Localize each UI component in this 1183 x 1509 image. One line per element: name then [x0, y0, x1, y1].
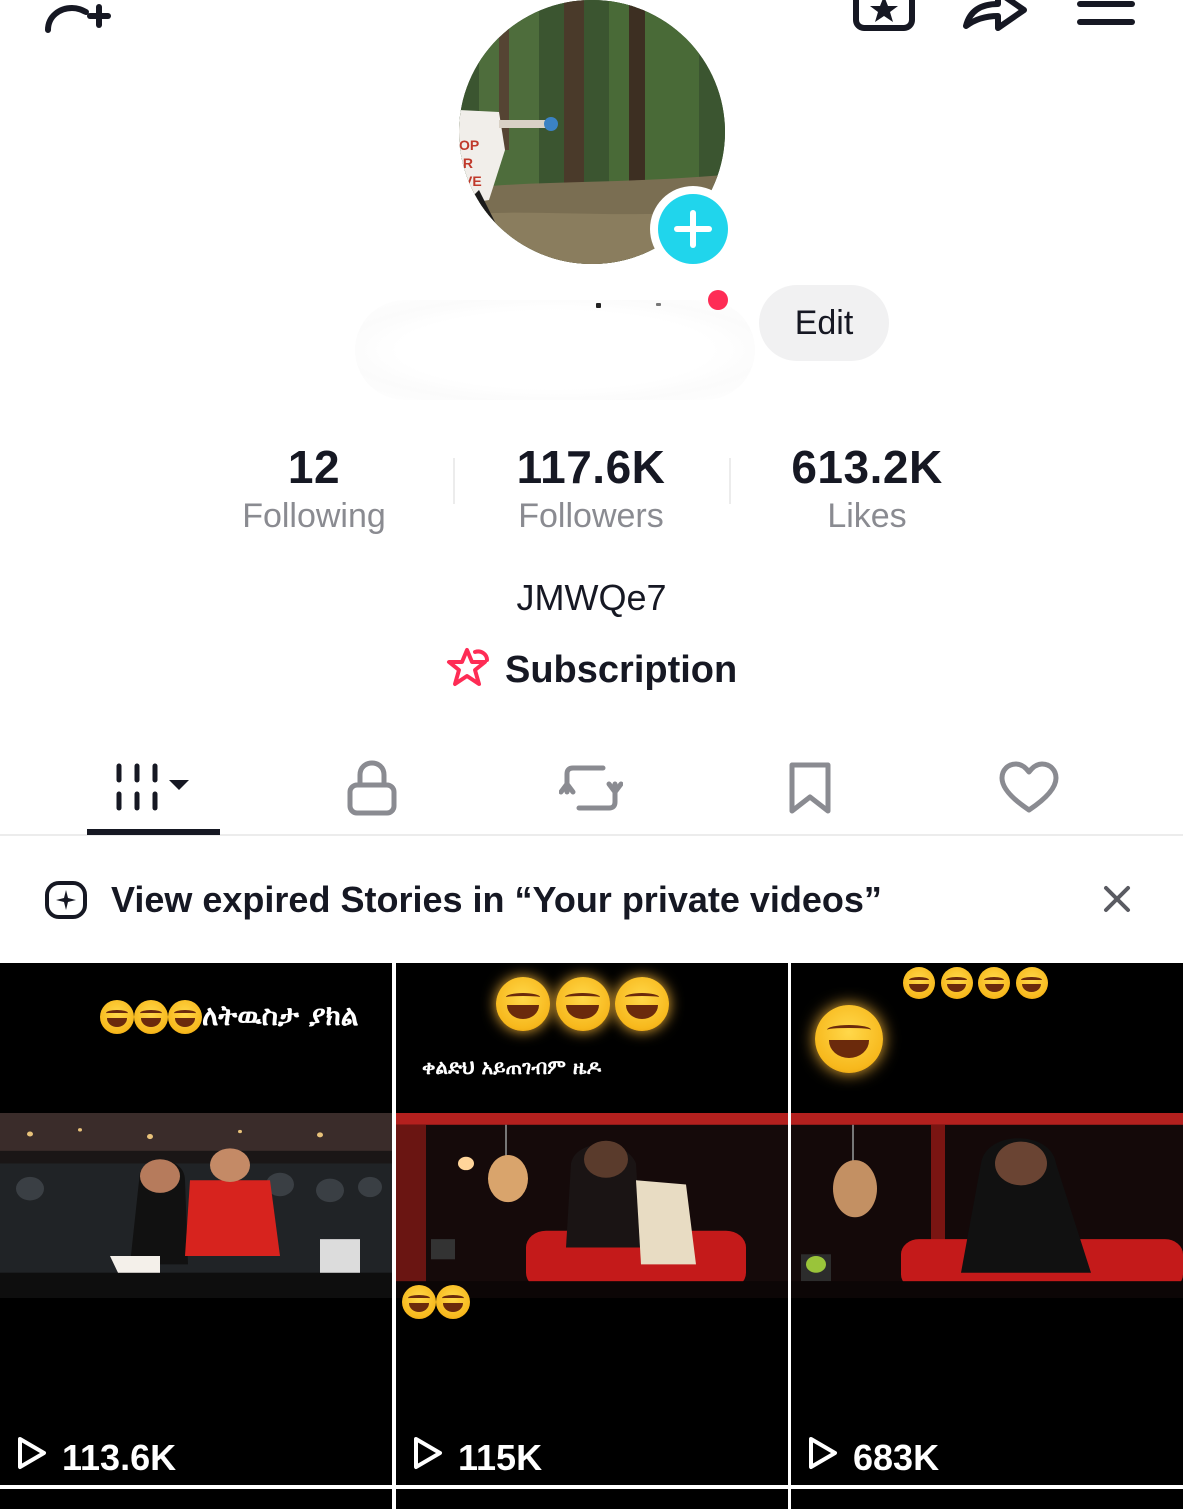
stat-following[interactable]: 12 Following [199, 438, 429, 536]
laughing-emoji-icon [1015, 967, 1048, 999]
stat-divider [453, 458, 455, 504]
emoji-row [903, 967, 1048, 999]
laughing-emoji-icon [978, 967, 1011, 999]
video-tile-partial[interactable] [791, 1489, 1183, 1509]
laughing-emoji-icon [100, 1000, 134, 1034]
laughing-emoji-icon [903, 967, 935, 999]
svg-text:IR: IR [459, 155, 473, 171]
svg-text:OP: OP [459, 137, 479, 153]
subscription-link[interactable]: Subscription [445, 644, 737, 696]
laughing-emoji-icon [555, 977, 610, 1031]
banner-text: View expired Stories in “Your private vi… [111, 879, 882, 920]
view-count: 115K [412, 1435, 542, 1480]
video-tile[interactable]: ለትዉስታ ያክል 113.6K [0, 963, 392, 1485]
svg-text:VE: VE [463, 173, 482, 189]
video-caption: ለትዉስታ ያክል [202, 999, 359, 1032]
tab-private[interactable] [317, 750, 427, 830]
expired-stories-banner[interactable]: View expired Stories in “Your private vi… [0, 838, 1183, 962]
following-count: 12 [287, 441, 341, 493]
repost-icon [558, 760, 624, 821]
video-thumbnail [396, 1113, 788, 1298]
video-caption-row: ለትዉስታ ያክል [100, 999, 359, 1034]
bookmark-icon [786, 759, 834, 822]
username-redacted [355, 300, 755, 400]
video-tile-partial[interactable] [396, 1489, 788, 1509]
play-icon [412, 1435, 444, 1480]
video-tile-partial[interactable] [0, 1489, 392, 1509]
emoji-row [815, 1005, 883, 1073]
laughing-emoji-icon [815, 1005, 883, 1073]
edit-profile-button[interactable]: Edit [759, 285, 889, 361]
play-icon [16, 1435, 48, 1480]
stat-likes[interactable]: 613.2K Likes [752, 438, 982, 536]
laughing-emoji-icon [436, 1285, 470, 1319]
video-tile[interactable]: 683K [791, 963, 1183, 1485]
username-redacted-mark [656, 303, 661, 306]
tab-videos[interactable] [98, 750, 208, 830]
heart-icon [998, 760, 1060, 821]
subscription-label: Subscription [505, 648, 738, 691]
followers-label: Followers [518, 497, 664, 535]
followers-count: 117.6K [516, 441, 666, 493]
view-count-text: 113.6K [62, 1436, 177, 1478]
laughing-emoji-icon [168, 1000, 202, 1034]
likes-count: 613.2K [791, 441, 943, 493]
profile-bio: JMWQe7 [516, 577, 667, 618]
menu-icon[interactable] [1076, 0, 1136, 35]
video-grid-icon [111, 760, 195, 821]
laughing-emoji-icon [615, 977, 670, 1031]
tab-saved[interactable] [755, 750, 865, 830]
story-icon [44, 880, 88, 925]
notification-dot [708, 290, 728, 310]
view-count: 113.6K [16, 1435, 176, 1480]
laughing-emoji-icon [402, 1285, 436, 1319]
view-count: 683K [807, 1435, 939, 1480]
video-thumbnail [0, 1113, 392, 1298]
add-friend-icon[interactable] [42, 0, 114, 41]
laughing-emoji-icon [134, 1000, 168, 1034]
add-story-button[interactable] [650, 186, 736, 272]
emoji-row [402, 1285, 470, 1319]
following-label: Following [242, 497, 386, 535]
stat-divider [729, 458, 731, 504]
tab-liked[interactable] [974, 750, 1084, 830]
emoji-row [496, 977, 670, 1031]
play-icon [807, 1435, 839, 1480]
profile-tabs [0, 740, 1183, 836]
laughing-emoji-icon [940, 967, 973, 999]
video-tile[interactable]: ቀልድህ አይጠገብም ዜዶ 115K [396, 963, 788, 1485]
video-thumbnail [791, 1113, 1183, 1298]
subscription-star-icon [445, 646, 493, 695]
tab-reposts[interactable] [536, 750, 646, 830]
view-count-text: 683K [853, 1436, 940, 1478]
active-tab-indicator [87, 829, 220, 835]
likes-label: Likes [827, 497, 907, 535]
username-redacted-mark [596, 303, 601, 308]
lock-icon [346, 759, 398, 822]
video-grid: ለትዉስታ ያክል 113.6K ቀልድህ አይጠገብም ዜዶ 115K 683… [0, 963, 1183, 1509]
plus-icon [658, 194, 728, 264]
share-icon[interactable] [960, 0, 1030, 39]
close-icon[interactable] [1100, 882, 1134, 921]
laughing-emoji-icon [496, 977, 550, 1031]
creator-studio-icon[interactable] [852, 0, 916, 39]
stat-followers[interactable]: 117.6K Followers [476, 438, 706, 536]
view-count-text: 115K [458, 1436, 543, 1478]
video-caption: ቀልድህ አይጠገብም ዜዶ [422, 1055, 602, 1079]
